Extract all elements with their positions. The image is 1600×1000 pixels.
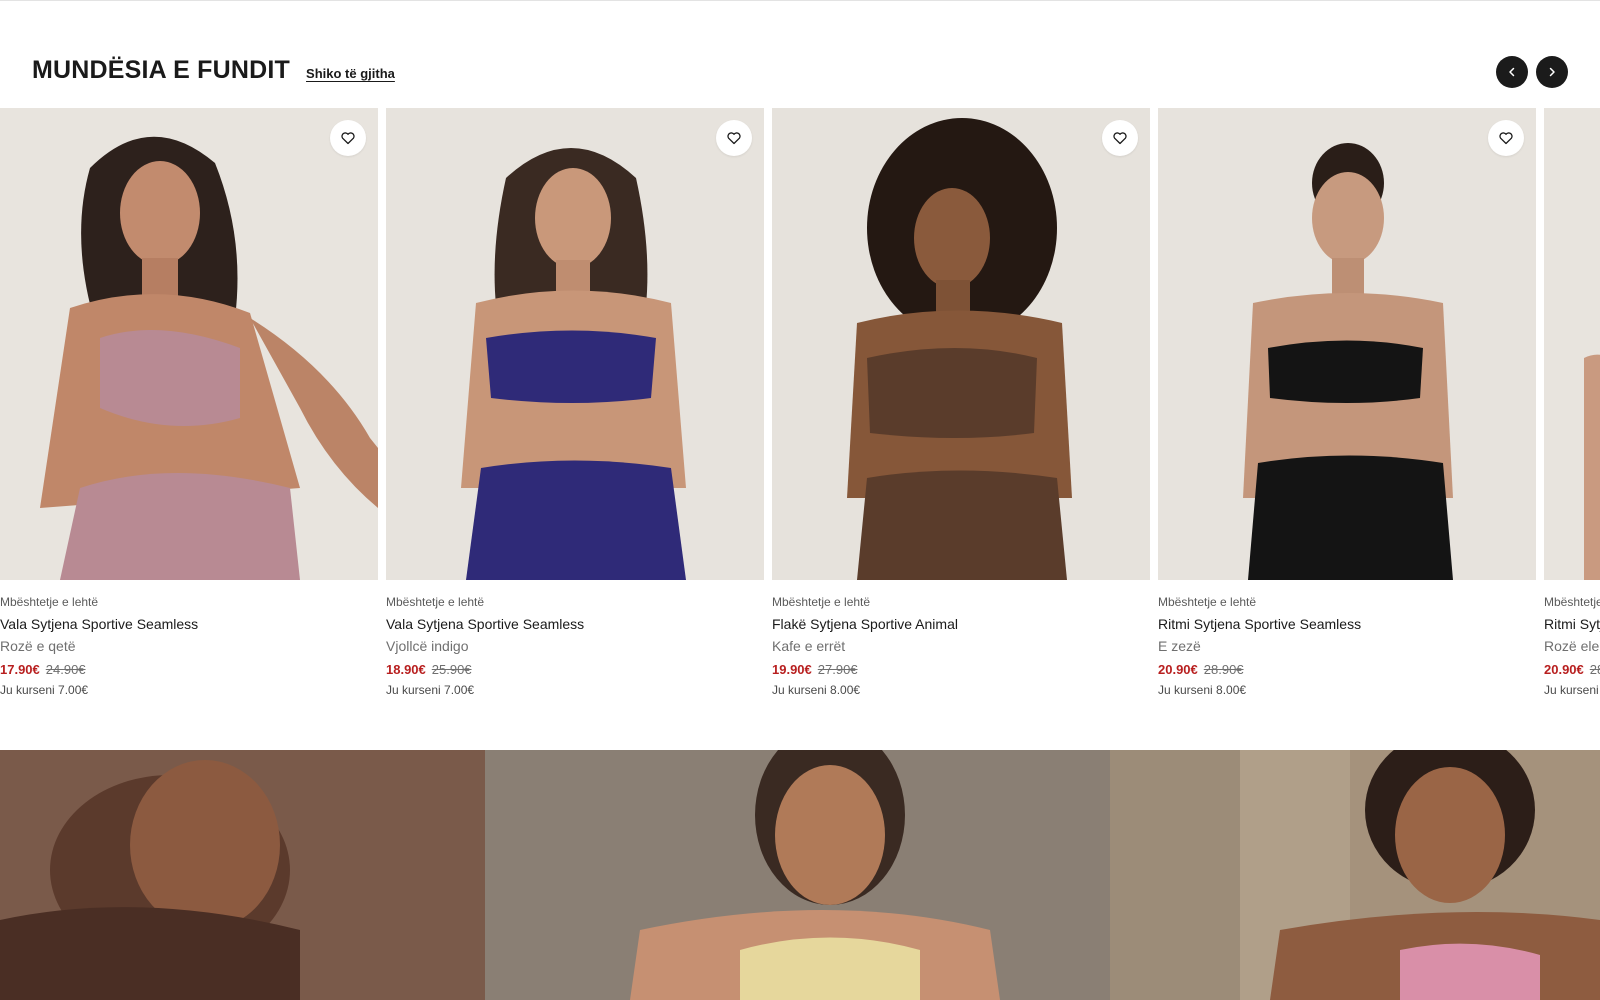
product-photo [386,108,764,580]
product-name[interactable]: Vala Sytjena Sportive Seamless [386,614,764,634]
product-color: Kafe e errët [772,638,846,654]
carousel-prev-button[interactable] [1496,56,1528,88]
sale-price: 20.90€ [1544,662,1584,677]
product-photo [1544,108,1600,580]
product-name[interactable]: Ritmi Sytjena Sportive Seamless [1158,614,1536,634]
savings-text: Ju kurseni 8.00€ [772,683,861,697]
savings-text: Ju kurseni 8.00€ [1544,683,1600,697]
original-price: 27.90€ [817,662,858,677]
wishlist-button[interactable] [1488,120,1524,156]
product-image[interactable] [386,108,764,580]
price-row: 20.90€ 28.90€ [1158,660,1536,680]
view-all-link[interactable]: Shiko të gjitha [306,66,395,81]
product-color: Vjollcë indigo [386,638,469,654]
product-color: Rozë e qetë [0,638,76,654]
product-info: Mbështetje e lehtë Flakë Sytjena Sportiv… [772,580,1150,699]
product-support-tag: Mbështetje e lehtë [1544,595,1600,609]
wishlist-button[interactable] [1102,120,1138,156]
savings-text: Ju kurseni 8.00€ [1158,683,1247,697]
price-row: 18.90€ 25.90€ [386,660,764,680]
heart-icon [1499,132,1513,145]
sale-price: 20.90€ [1158,662,1198,677]
product-info: Mbështetje e lehtë Vala Sytjena Sportive… [386,580,764,699]
product-card[interactable]: Mbështetje e lehtë Vala Sytjena Sportive… [0,108,378,699]
banner-image [0,750,1600,1000]
sale-price: 17.90€ [0,662,40,677]
sale-price: 19.90€ [772,662,812,677]
original-price: 25.90€ [431,662,472,677]
carousel-next-button[interactable] [1536,56,1568,88]
product-name[interactable]: Flakë Sytjena Sportive Animal [772,614,1150,634]
price-row: 19.90€ 27.90€ [772,660,1150,680]
wishlist-button[interactable] [716,120,752,156]
original-price: 24.90€ [45,662,86,677]
promo-banner[interactable] [0,750,1600,1000]
product-image[interactable] [0,108,378,580]
savings-text: Ju kurseni 7.00€ [0,683,89,697]
savings-text: Ju kurseni 7.00€ [386,683,475,697]
carousel-nav [1496,56,1568,88]
top-divider [0,0,1600,1]
original-price: 28.90€ [1203,662,1244,677]
product-name[interactable]: Vala Sytjena Sportive Seamless [0,614,378,634]
chevron-right-icon [1549,67,1555,77]
product-image[interactable] [772,108,1150,580]
product-info: Mbështetje e lehtë Vala Sytjena Sportive… [0,580,378,699]
product-photo [772,108,1150,580]
product-support-tag: Mbështetje e lehtë [0,595,99,609]
product-color: Rozë elektrike [1544,638,1600,654]
heart-icon [727,132,741,145]
product-info: Mbështetje e lehtë Ritmi Sytjena Sportiv… [1544,580,1600,699]
product-name[interactable]: Ritmi Sytjena Sportive Seamless [1544,614,1600,634]
price-row: 17.90€ 24.90€ [0,660,378,680]
section-header: MUNDËSIA E FUNDIT Shiko të gjitha [32,56,395,85]
product-color: E zezë [1158,638,1201,654]
price-row: 20.90€ 28.90€ [1544,660,1600,680]
heart-icon [341,132,355,145]
product-support-tag: Mbështetje e lehtë [1158,595,1257,609]
heart-icon [1113,132,1127,145]
product-image[interactable] [1158,108,1536,580]
product-carousel: Mbështetje e lehtë Vala Sytjena Sportive… [0,108,1600,708]
chevron-left-icon [1509,67,1515,77]
product-card[interactable]: Mbështetje e lehtë Flakë Sytjena Sportiv… [772,108,1150,699]
sale-price: 18.90€ [386,662,426,677]
product-photo [0,108,378,580]
product-photo [1158,108,1536,580]
wishlist-button[interactable] [330,120,366,156]
product-card[interactable]: Mbështetje e lehtë Ritmi Sytjena Sportiv… [1544,108,1600,699]
original-price: 28.90€ [1589,662,1600,677]
product-image[interactable] [1544,108,1600,580]
product-support-tag: Mbështetje e lehtë [772,595,871,609]
product-card[interactable]: Mbështetje e lehtë Vala Sytjena Sportive… [386,108,764,699]
product-support-tag: Mbështetje e lehtë [386,595,485,609]
section-title: MUNDËSIA E FUNDIT [32,56,291,84]
product-card[interactable]: Mbështetje e lehtë Ritmi Sytjena Sportiv… [1158,108,1536,699]
product-info: Mbështetje e lehtë Ritmi Sytjena Sportiv… [1158,580,1536,699]
